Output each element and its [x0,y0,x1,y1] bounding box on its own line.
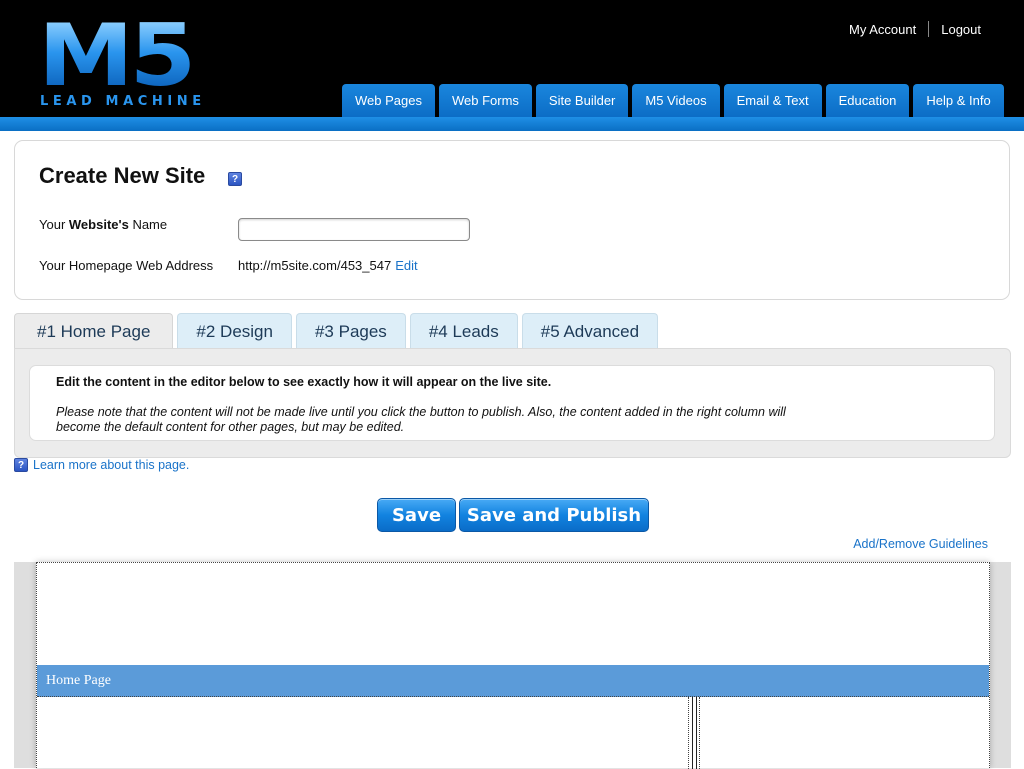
tab-pages[interactable]: #3 Pages [295,313,406,349]
step-tabs: #1 Home Page #2 Design #3 Pages #4 Leads… [14,313,659,350]
account-links: My Account Logout [849,21,981,37]
logout-link[interactable]: Logout [941,22,981,37]
add-remove-guidelines-link[interactable]: Add/Remove Guidelines [853,537,988,551]
create-site-panel: Create New Site ? Your Website's Name Yo… [14,140,1010,300]
website-name-label-suffix: Name [128,217,168,232]
save-and-publish-button[interactable]: Save and Publish [459,498,649,532]
homepage-address: http://m5site.com/453_547 Edit [238,258,418,273]
help-icon: ? [14,458,28,472]
page-preview: Home Page [36,562,990,769]
edit-address-link[interactable]: Edit [395,258,417,273]
page-title: Create New Site [39,163,206,188]
nav-tab-web-pages[interactable]: Web Pages [342,84,435,117]
learn-more-link[interactable]: ? Learn more about this page. [14,458,189,472]
tab-advanced[interactable]: #5 Advanced [521,313,659,349]
my-account-link[interactable]: My Account [849,22,916,37]
nav-tab-email-text[interactable]: Email & Text [723,84,822,117]
tab-home-page[interactable]: #1 Home Page [14,313,174,350]
editor-nav-bar[interactable]: Home Page [37,665,989,697]
editable-left-column[interactable] [37,697,693,769]
logo-mark: M5 [38,6,196,106]
website-name-label-bold: Website's [68,217,129,232]
homepage-address-value: http://m5site.com/453_547 [238,258,392,273]
nav-tab-help-info[interactable]: Help & Info [913,84,1004,117]
site-header: M5 LEAD MACHINE My Account Logout Web Pa… [0,0,1024,117]
website-name-label-prefix: Your [39,217,69,232]
instructions-heading: Edit the content in the editor below to … [56,375,552,389]
editor-nav-home-page[interactable]: Home Page [46,673,111,689]
nav-tab-site-builder[interactable]: Site Builder [535,84,629,117]
website-name-input[interactable] [238,218,470,241]
save-button[interactable]: Save [377,498,456,532]
help-icon[interactable]: ? [228,172,242,186]
learn-more-label: Learn more about this page. [33,458,190,472]
instructions-box: Edit the content in the editor below to … [29,365,995,441]
editable-right-column[interactable] [699,697,990,769]
editor-canvas: Home Page [14,562,1011,769]
nav-tab-web-forms[interactable]: Web Forms [438,84,532,117]
tab-leads[interactable]: #4 Leads [409,313,518,349]
tab-panel: Edit the content in the editor below to … [14,348,1011,458]
account-links-divider [928,21,930,37]
column-divider [688,697,697,769]
header-accent-bar [0,117,1024,131]
main-nav: Web Pages Web Forms Site Builder M5 Vide… [342,84,1004,117]
homepage-address-label: Your Homepage Web Address [39,258,214,273]
nav-tab-education[interactable]: Education [825,84,910,117]
logo-tagline: LEAD MACHINE [40,94,206,109]
instructions-note: Please note that the content will not be… [56,405,786,434]
website-name-label: Your Website's Name [39,217,167,232]
editable-header-region[interactable] [37,563,989,666]
tab-design[interactable]: #2 Design [177,313,292,349]
nav-tab-m5-videos[interactable]: M5 Videos [632,84,720,117]
m5-lead-machine-logo[interactable]: M5 LEAD MACHINE [38,6,201,112]
